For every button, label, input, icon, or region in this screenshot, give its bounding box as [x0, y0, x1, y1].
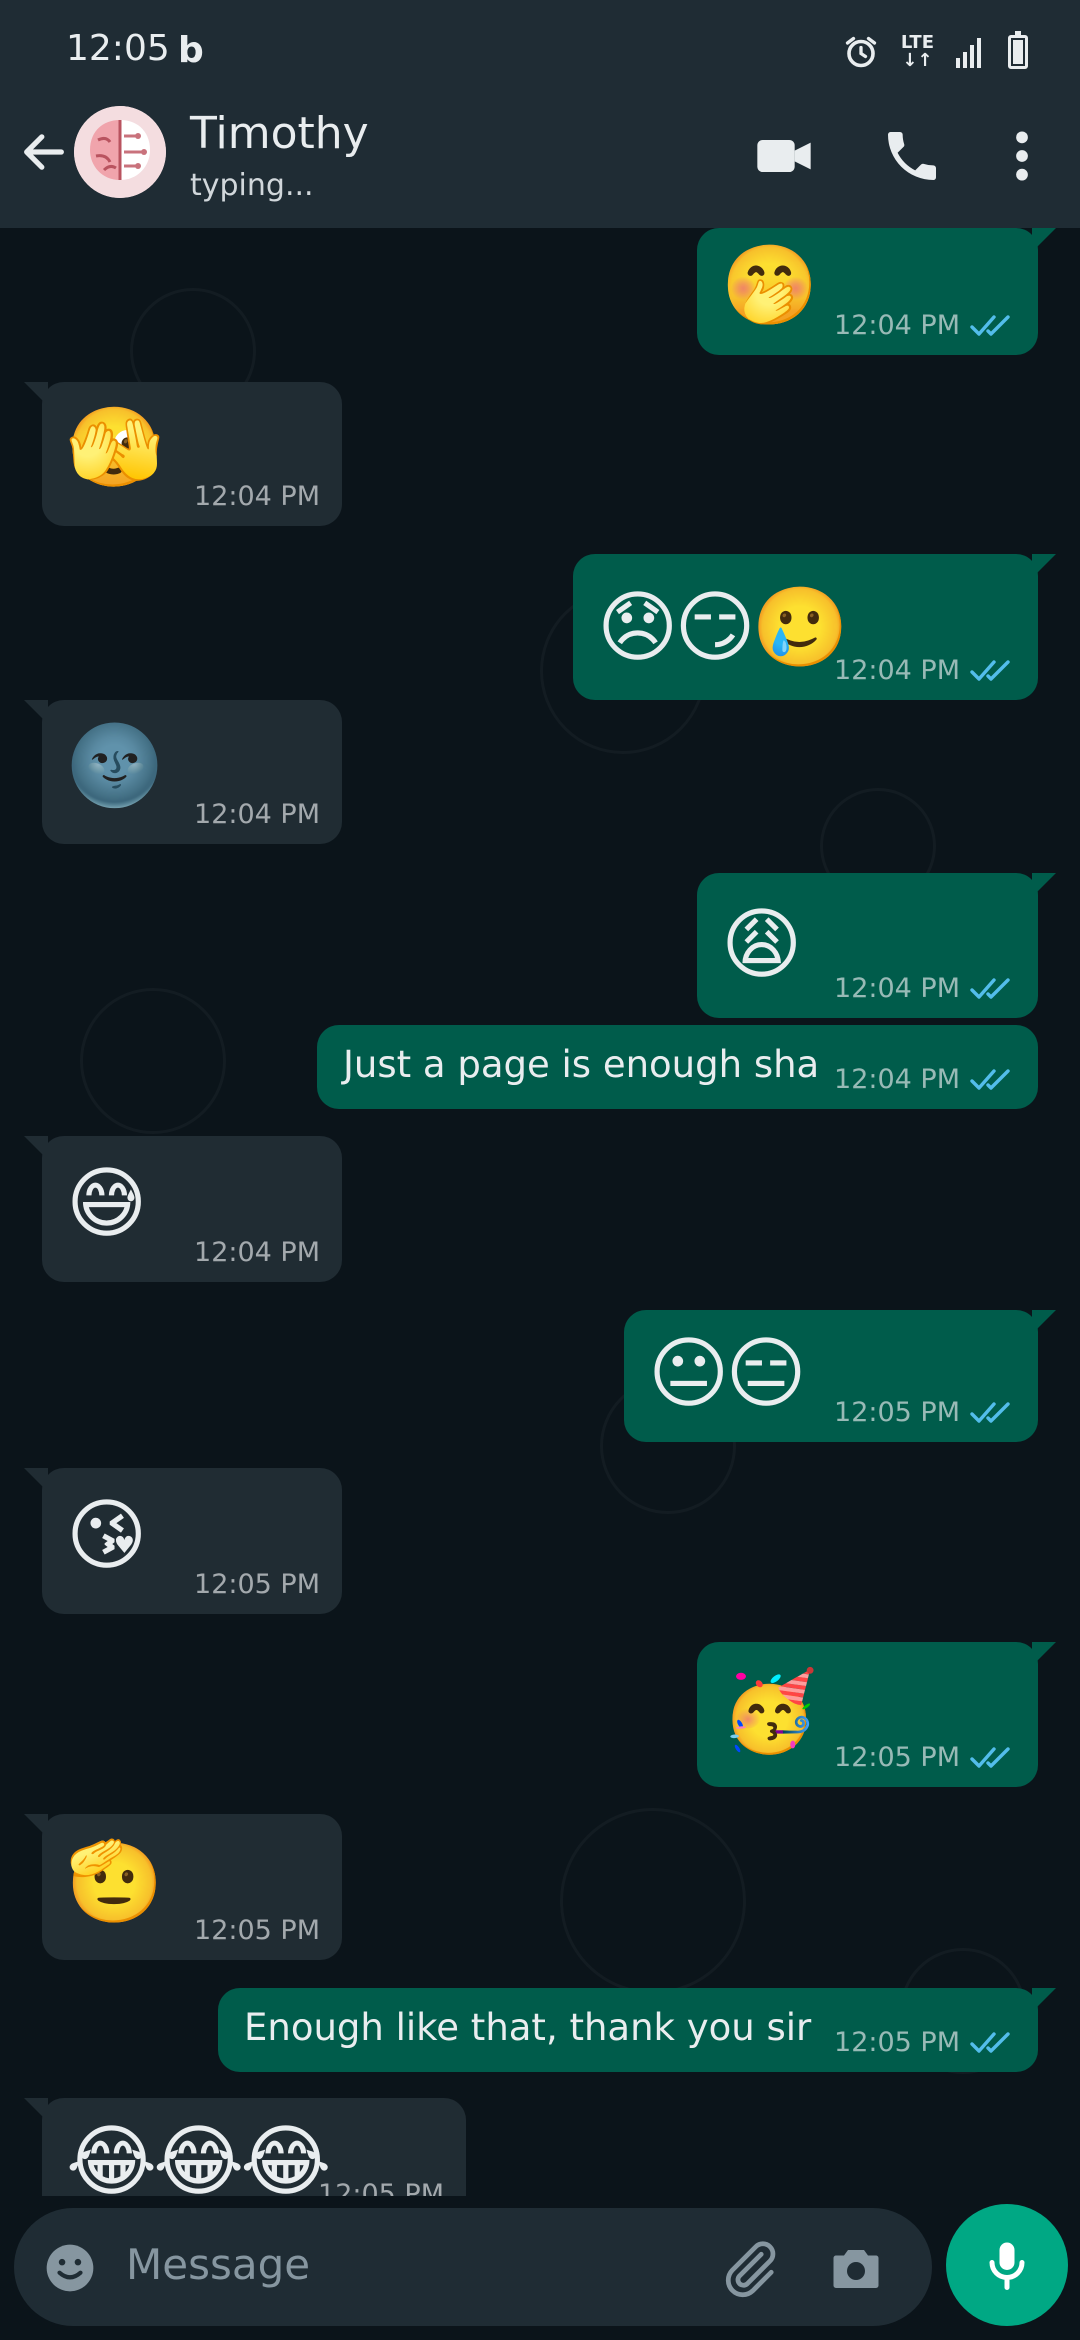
signal-icon [956, 38, 981, 68]
message-time: 12:05 PM [194, 1915, 320, 1946]
message-incoming[interactable]: 😅 12:04 PM [24, 1136, 342, 1282]
lte-icon: LTE ↓↑ [900, 32, 934, 71]
chat-area[interactable]: 🤭 12:04 PM 🫣 12:04 PM 😞😏🥲 12:04 PM 🌚 12:… [0, 228, 1080, 2196]
video-call-icon[interactable] [752, 124, 816, 188]
message-content: 😞😏🥲 [597, 583, 849, 673]
app-header: 12:05 b LTE ↓↑ Timothy typing... [0, 0, 1080, 228]
status-time: 12:05 [66, 28, 170, 69]
message-incoming[interactable]: 😂😂😂 12:05 PM [24, 2098, 466, 2196]
phone-icon[interactable] [880, 124, 944, 188]
message-time: 12:05 PM [194, 1569, 320, 1600]
message-outgoing[interactable]: 😞😏🥲 12:04 PM [573, 554, 1056, 700]
message-text: Enough like that, thank you sir [244, 2006, 812, 2049]
battery-icon [1008, 31, 1028, 69]
read-ticks-icon [970, 977, 1010, 999]
emoji-icon[interactable] [42, 2240, 98, 2296]
message-content: 🫡 [66, 1837, 163, 1927]
message-outgoing[interactable]: Enough like that, thank you sir 12:05 PM [218, 1988, 1056, 2072]
message-outgoing[interactable]: 😐😑 12:05 PM [624, 1310, 1056, 1442]
message-time: 12:04 PM [834, 310, 960, 341]
message-outgoing[interactable]: 🤭 12:04 PM [697, 228, 1056, 355]
message-time: 12:05 PM [834, 1742, 960, 1773]
read-ticks-icon [970, 1746, 1010, 1768]
message-outgoing[interactable]: Just a page is enough sha 12:04 PM [317, 1025, 1038, 1109]
message-outgoing[interactable]: 🥳 12:05 PM [697, 1642, 1056, 1787]
bing-icon: b [178, 30, 204, 71]
message-time: 12:05 PM [834, 1397, 960, 1428]
read-ticks-icon [970, 1401, 1010, 1423]
message-input[interactable]: Message [126, 2240, 310, 2289]
paperclip-icon[interactable] [720, 2238, 780, 2298]
read-ticks-icon [970, 2031, 1010, 2053]
message-composer[interactable]: Message [14, 2208, 932, 2326]
message-incoming[interactable]: 😘 12:05 PM [24, 1468, 342, 1614]
message-incoming[interactable]: 🌚 12:04 PM [24, 700, 342, 844]
mic-button[interactable] [946, 2204, 1068, 2326]
message-content: 🫣 [66, 403, 163, 493]
message-incoming[interactable]: 🫣 12:04 PM [24, 382, 342, 526]
status-icons: LTE ↓↑ [843, 30, 1028, 74]
message-incoming[interactable]: 🫡 12:05 PM [24, 1814, 342, 1960]
brain-avatar-icon[interactable] [74, 106, 166, 198]
read-ticks-icon [970, 314, 1010, 336]
message-content: 😂😂😂 [66, 2117, 331, 2196]
read-ticks-icon [970, 659, 1010, 681]
message-time: 12:04 PM [194, 481, 320, 512]
message-content: 😘 [66, 1491, 147, 1581]
message-time: 12:04 PM [194, 1237, 320, 1268]
message-time: 12:05 PM [834, 2027, 960, 2058]
message-content: 😩 [721, 900, 802, 990]
message-time: 12:04 PM [194, 799, 320, 830]
message-content: 😐😑 [648, 1329, 807, 1419]
alarm-icon [845, 36, 877, 68]
more-vert-icon[interactable] [990, 124, 1054, 188]
message-content: 🤭 [721, 241, 818, 331]
camera-icon[interactable] [826, 2238, 886, 2298]
message-content: 🌚 [66, 721, 163, 811]
message-time: 12:04 PM [834, 655, 960, 686]
message-content: 🥳 [721, 1667, 818, 1757]
message-outgoing[interactable]: 😩 12:04 PM [697, 873, 1056, 1018]
message-time: 12:04 PM [834, 1064, 960, 1095]
mic-icon [989, 2242, 1025, 2290]
message-time: 12:04 PM [834, 973, 960, 1004]
read-ticks-icon [970, 1068, 1010, 1090]
contact-name[interactable]: Timothy [190, 108, 369, 159]
arrow-left-icon[interactable] [18, 126, 70, 178]
message-text: Just a page is enough sha [343, 1043, 820, 1086]
message-time: 12:05 PM [318, 2179, 444, 2196]
contact-status: typing... [190, 168, 314, 203]
message-content: 😅 [66, 1159, 147, 1249]
